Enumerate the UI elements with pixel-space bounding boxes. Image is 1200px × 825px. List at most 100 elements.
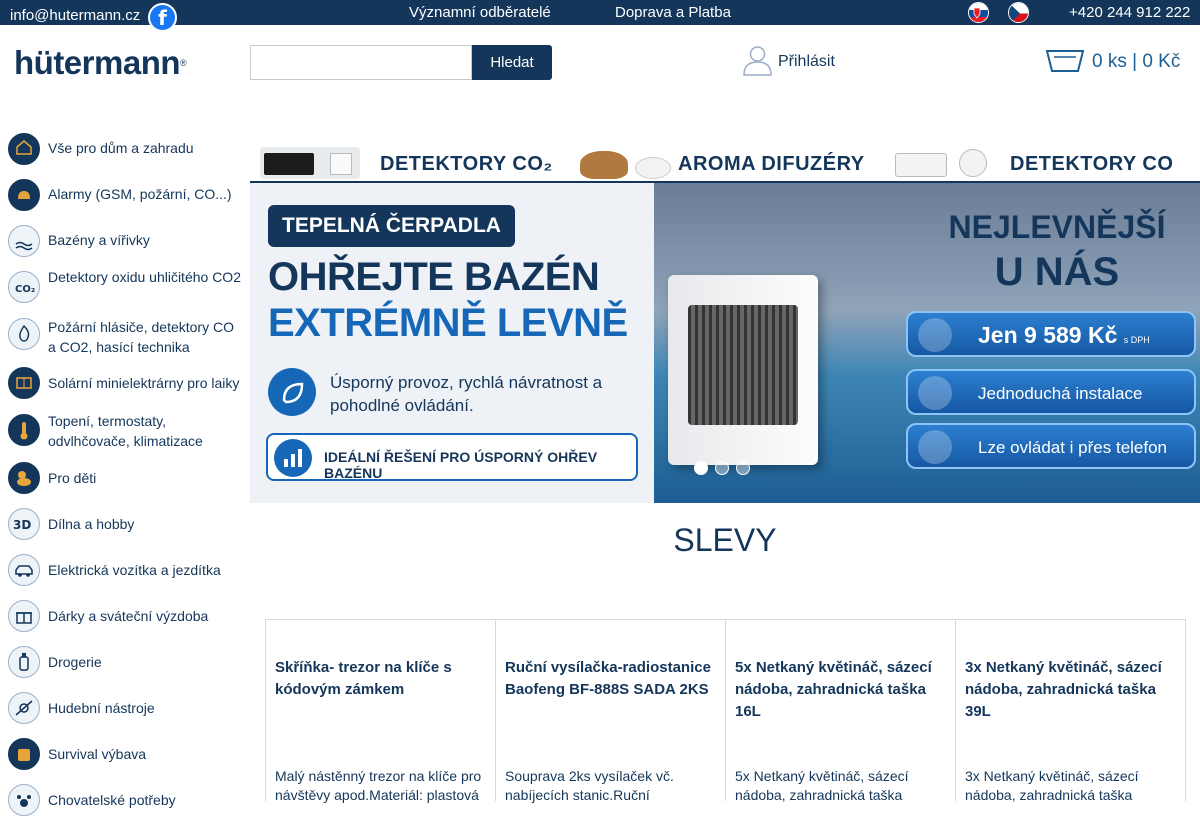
product-card[interactable]: Skříňka- trezor na klíče s kódovým zámke… [265, 620, 496, 803]
slovak-flag-icon[interactable] [968, 2, 989, 23]
strip-label-aroma: AROMA DIFUZÉRY [678, 153, 865, 175]
hero-carousel[interactable]: TEPELNÁ ČERPADLA OHŘEJTE BAZÉN EXTRÉMNĚ … [250, 183, 1200, 503]
heat-pump-image [668, 275, 818, 465]
sidebar-item-music[interactable]: Hudební nástroje [0, 687, 245, 733]
sidebar-item-label: Bazény a vířivky [48, 232, 150, 248]
hero-tag: TEPELNÁ ČERPADLA [268, 205, 515, 247]
solar-panel-icon [8, 367, 40, 399]
search-input[interactable] [250, 45, 472, 80]
thermometer-icon [8, 414, 40, 446]
svg-text:3D: 3D [13, 518, 31, 532]
product-card[interactable]: 3x Netkaný květináč, sázecí nádoba, zahr… [955, 620, 1186, 803]
co-detector-image [895, 147, 995, 179]
sidebar-item-solar[interactable]: Solární minielektrárny pro laiky [0, 361, 245, 407]
carousel-dot[interactable] [736, 461, 750, 475]
product-name[interactable]: Skříňka- trezor na klíče s kódovým zámke… [275, 657, 487, 701]
hero-description: Úsporný provoz, rychlá návratnost a poho… [330, 373, 603, 415]
tools-icon: 3D [8, 508, 40, 540]
product-description: Souprava 2ks vysílaček vč. nabíjecích st… [505, 768, 674, 803]
sidebar-item-heating[interactable]: Topení, termostaty, odvlhčovače, klimati… [0, 411, 245, 457]
phone-icon [918, 430, 952, 464]
carousel-dot[interactable] [715, 461, 729, 475]
sidebar-item-alarms[interactable]: Alarmy (GSM, požární, CO...) [0, 171, 245, 217]
co2-icon: CO₂ [8, 271, 40, 303]
product-card[interactable]: 5x Netkaný květináč, sázecí nádoba, zahr… [725, 620, 956, 803]
top-bar: info@hutermann.cz f Významní odběratelé … [0, 0, 1200, 32]
sidebar-item-label: Alarmy (GSM, požární, CO...) [48, 186, 232, 202]
user-icon[interactable] [742, 44, 773, 76]
survival-icon [8, 738, 40, 770]
product-name[interactable]: 3x Netkaný květináč, sázecí nádoba, zahr… [965, 657, 1177, 723]
sidebar-item-label: Topení, termostaty, odvlhčovače, klimati… [48, 413, 203, 449]
product-name[interactable]: Ruční vysílačka-radiostanice Baofeng BF-… [505, 657, 717, 701]
cart-summary[interactable]: 0 ks | 0 Kč [1092, 51, 1180, 73]
product-card[interactable]: Ruční vysílačka-radiostanice Baofeng BF-… [495, 620, 726, 803]
sidebar-item-gifts[interactable]: Dárky a sváteční výzdoba [0, 595, 245, 641]
cart-icon[interactable] [1046, 48, 1084, 74]
aroma-diffuser-image [580, 147, 671, 179]
sidebar-item-label: Solární minielektrárny pro laiky [48, 375, 240, 391]
phone-number[interactable]: +420 244 912 222 [1069, 4, 1190, 21]
strip-label-co: DETEKTORY CO [1010, 153, 1174, 175]
product-description: Malý nástěnný trezor na klíče pro návště… [275, 768, 482, 803]
hero-feature-phone: Lze ovládat i přes telefon [906, 423, 1196, 469]
alarm-icon [8, 179, 40, 211]
hero-ideal-text: IDEÁLNÍ ŘEŠENÍ PRO ÚSPORNÝ OHŘEV BAZÉNU [324, 449, 598, 481]
strip-label-co2: DETEKTORY CO₂ [380, 153, 553, 175]
house-garden-icon [8, 133, 40, 165]
czech-flag-icon[interactable] [1008, 2, 1029, 23]
email-link[interactable]: info@hutermann.cz [10, 7, 140, 24]
leaf-icon [268, 368, 316, 416]
search-button[interactable]: Hledat [472, 45, 552, 80]
product-name[interactable]: 5x Netkaný květináč, sázecí nádoba, zahr… [735, 657, 947, 723]
chart-icon [274, 439, 312, 477]
pet-icon [8, 784, 40, 816]
carousel-dot[interactable] [694, 461, 708, 475]
hero-image-panel: NEJLEVNĚJŠÍ U NÁS Jen 9 589 Kč s DPH Jed… [654, 183, 1200, 503]
product-description: 3x Netkaný květináč, sázecí nádoba, zahr… [965, 768, 1139, 803]
hero-headline: OHŘEJTE BAZÉN [268, 255, 600, 299]
hero-cheapest-label: NEJLEVNĚJŠÍ U NÁS [948, 209, 1166, 294]
music-icon [8, 692, 40, 724]
sidebar-item-workshop[interactable]: 3D Dílna a hobby [0, 503, 245, 549]
sidebar-item-pools[interactable]: Bazény a vířivky [0, 217, 245, 263]
sidebar-item-co2[interactable]: CO₂ Detektory oxidu uhličitého CO2 [0, 263, 245, 309]
facebook-icon[interactable]: f [148, 3, 177, 32]
nav-link-customers[interactable]: Významní odběratelé [409, 4, 551, 21]
sidebar-item-label: Dílna a hobby [48, 516, 135, 532]
duck-icon [8, 462, 40, 494]
sidebar-item-vehicles[interactable]: Elektrická vozítka a jezdítka [0, 549, 245, 595]
hero-price-pill: Jen 9 589 Kč s DPH [906, 311, 1196, 357]
nav-link-shipping[interactable]: Doprava a Platba [615, 4, 731, 21]
carousel-dots [694, 461, 757, 480]
sidebar-item-label: Chovatelské potřeby [48, 792, 176, 808]
product-grid: Skříňka- trezor na klíče s kódovým zámke… [265, 619, 1186, 803]
tools-icon [918, 376, 952, 410]
hero-feature-install: Jednoduchá instalace [906, 369, 1196, 415]
sidebar-item-label: Survival výbava [48, 746, 147, 762]
category-strip-banner[interactable]: DETEKTORY CO₂ AROMA DIFUZÉRY DETEKTORY C… [250, 143, 1200, 183]
sidebar-item-label: Požární hlásiče, detektory CO a CO2, has… [48, 319, 234, 355]
sidebar-item-label: Hudební nástroje [48, 700, 155, 716]
co2-detector-image [260, 147, 360, 179]
login-link[interactable]: Přihlásit [778, 53, 835, 71]
sidebar-item-label: Elektrická vozítka a jezdítka [48, 562, 221, 578]
sidebar-item-label: Detektory oxidu uhličitého CO2 [48, 269, 241, 285]
sidebar-item-house-garden[interactable]: Vše pro dům a zahradu [0, 125, 245, 171]
section-title: SLEVY [673, 522, 777, 558]
hero-ideal-box: IDEÁLNÍ ŘEŠENÍ PRO ÚSPORNÝ OHŘEV BAZÉNU [266, 433, 638, 481]
hero-text-panel: TEPELNÁ ČERPADLA OHŘEJTE BAZÉN EXTRÉMNĚ … [250, 183, 654, 503]
price-tag-icon [918, 318, 952, 352]
sidebar-item-label: Vše pro dům a zahradu [48, 140, 194, 156]
sidebar-item-label: Pro děti [48, 470, 97, 486]
sidebar-item-drugstore[interactable]: Drogerie [0, 641, 245, 687]
sidebar-item-pets[interactable]: Chovatelské potřeby [0, 779, 245, 825]
sidebar-item-fire[interactable]: Požární hlásiče, detektory CO a CO2, has… [0, 317, 245, 363]
sidebar-item-label: Dárky a sváteční výzdoba [48, 608, 209, 624]
logo[interactable]: hütermann® [14, 46, 226, 79]
fire-icon [8, 318, 40, 350]
sidebar-item-kids[interactable]: Pro děti [0, 457, 245, 503]
gift-icon [8, 600, 40, 632]
sidebar-item-survival[interactable]: Survival výbava [0, 733, 245, 779]
bottle-icon [8, 646, 40, 678]
